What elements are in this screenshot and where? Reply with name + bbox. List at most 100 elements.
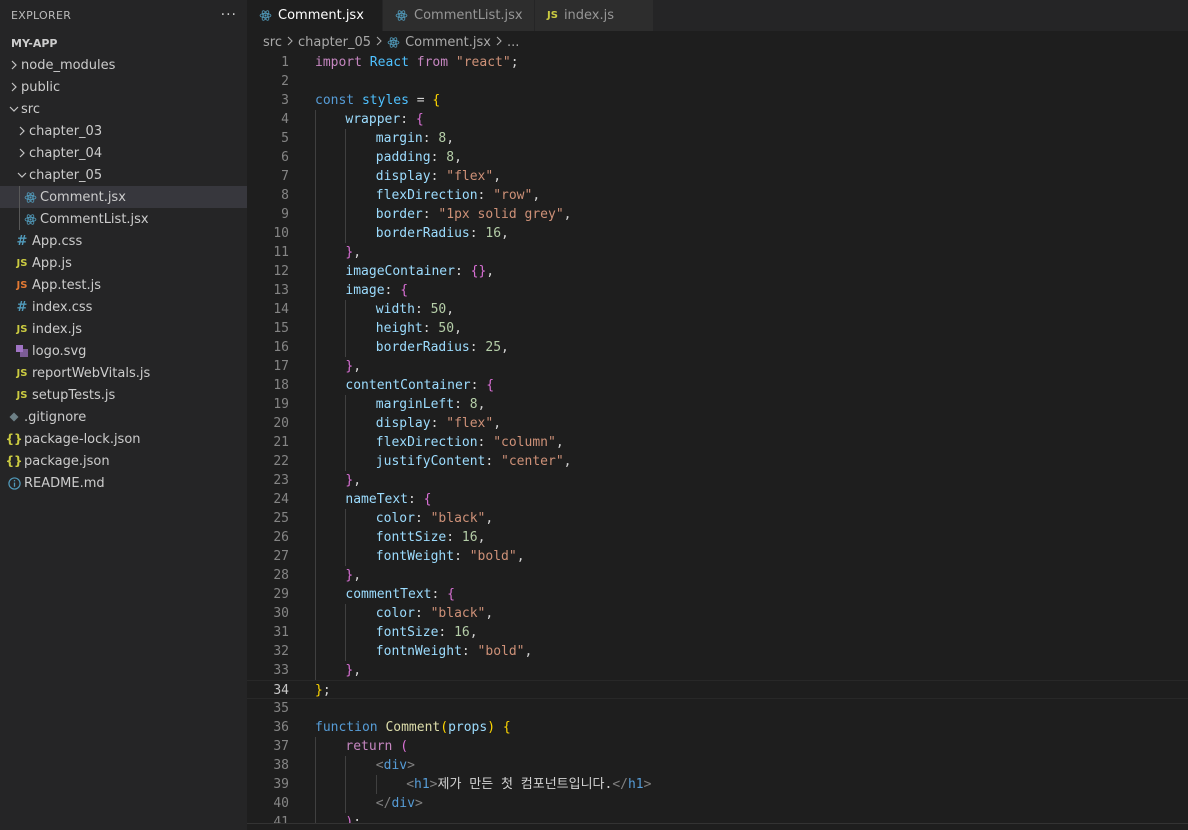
code-line[interactable]: 4 wrapper: { [247, 110, 1188, 129]
code-line[interactable]: 40 </div> [247, 794, 1188, 813]
file-item[interactable]: {} package-lock.json [0, 428, 247, 450]
chevron-right-icon[interactable] [7, 54, 21, 76]
code-token: const [315, 93, 355, 108]
code-token: imageContainer [345, 264, 455, 279]
code-line[interactable]: 3 const styles = { [247, 91, 1188, 110]
json-icon: {} [5, 432, 23, 446]
code-line[interactable]: 21 flexDirection: "column", [247, 433, 1188, 452]
tab-comment-jsx[interactable]: Comment.jsx [247, 0, 383, 31]
chevron-down-icon[interactable] [15, 164, 29, 186]
code-line[interactable]: 34}; [247, 680, 1188, 699]
code-line[interactable]: 30 color: "black", [247, 604, 1188, 623]
file-item[interactable]: JS index.js [0, 318, 247, 340]
code-text: }, [345, 661, 361, 680]
code-line[interactable]: 38 <div> [247, 756, 1188, 775]
code-line[interactable]: 41); [247, 813, 1188, 823]
code-line[interactable]: 25 color: "black", [247, 509, 1188, 528]
code-token: ) [487, 720, 496, 735]
chevron-right-icon[interactable] [7, 76, 21, 98]
file-item[interactable]: {} package.json [0, 450, 247, 472]
file-item[interactable]: Comment.jsx [0, 186, 247, 208]
code-line[interactable]: 27 fontWeight: "bold", [247, 547, 1188, 566]
breadcrumb-item[interactable]: ... [507, 35, 519, 50]
code-line[interactable]: 19 marginLeft: 8, [247, 395, 1188, 414]
code-token: "row" [493, 188, 533, 203]
code-text: function Comment(props) { [315, 718, 511, 737]
folder-item[interactable]: node_modules [0, 54, 247, 76]
indent-guide [315, 433, 316, 452]
code-line[interactable]: 33}, [247, 661, 1188, 680]
code-line[interactable]: 32 fontnWeight: "bold", [247, 642, 1188, 661]
folder-item[interactable]: chapter_05 [0, 164, 247, 186]
code-line[interactable]: 35 [247, 699, 1188, 718]
file-item[interactable]: README.md [0, 472, 247, 494]
chevron-right-icon[interactable] [15, 142, 29, 164]
code-line[interactable]: 9 border: "1px solid grey", [247, 205, 1188, 224]
file-item[interactable]: JS App.test.js [0, 274, 247, 296]
code-line[interactable]: 17}, [247, 357, 1188, 376]
code-line[interactable]: 16 borderRadius: 25, [247, 338, 1188, 357]
code-line[interactable]: 1 import React from "react"; [247, 53, 1188, 72]
code-line[interactable]: 20 display: "flex", [247, 414, 1188, 433]
code-line[interactable]: 2 [247, 72, 1188, 91]
code-line[interactable]: 24 nameText: { [247, 490, 1188, 509]
code-line[interactable]: 11}, [247, 243, 1188, 262]
code-text: fonttSize: 16, [376, 528, 486, 547]
code-line[interactable]: 28}, [247, 566, 1188, 585]
code-token: justifyContent [375, 454, 486, 469]
indent-guide [19, 186, 20, 208]
code-text: imageContainer: {}, [345, 262, 494, 281]
code-line[interactable]: 39 <h1>제가 만든 첫 컴포넌트입니다.</h1> [247, 775, 1188, 794]
file-item[interactable]: JS setupTests.js [0, 384, 247, 406]
code-text: wrapper: { [345, 110, 423, 129]
code-line[interactable]: 29 commentText: { [247, 585, 1188, 604]
code-token: from [416, 55, 449, 70]
file-item[interactable]: .gitignore [0, 406, 247, 428]
code-editor[interactable]: 1 import React from "react"; 2 3 const style… [247, 53, 1188, 823]
folder-item[interactable]: public [0, 76, 247, 98]
file-item[interactable]: JS App.js [0, 252, 247, 274]
code-token: h1 [627, 777, 644, 792]
code-line[interactable]: 37 return ( [247, 737, 1188, 756]
file-item[interactable]: # App.css [0, 230, 247, 252]
file-item[interactable]: CommentList.jsx [0, 208, 247, 230]
breadcrumb-item[interactable]: src [263, 35, 282, 50]
horizontal-scrollbar[interactable] [247, 823, 1188, 830]
code-line[interactable]: 31 fontSize: 16, [247, 623, 1188, 642]
code-line[interactable]: 13 image: { [247, 281, 1188, 300]
indent-guide [345, 319, 347, 338]
folder-item[interactable]: chapter_04 [0, 142, 247, 164]
folder-item[interactable]: src [0, 98, 247, 120]
code-line[interactable]: 36 function Comment(props) { [247, 718, 1188, 737]
code-line[interactable]: 14 width: 50, [247, 300, 1188, 319]
code-line[interactable]: 18 contentContainer: { [247, 376, 1188, 395]
code-token: , [446, 131, 455, 146]
code-line[interactable]: 7 display: "flex", [247, 167, 1188, 186]
code-line[interactable]: 26 fonttSize: 16, [247, 528, 1188, 547]
code-line[interactable]: 23}, [247, 471, 1188, 490]
code-line[interactable]: 22 justifyContent: "center", [247, 452, 1188, 471]
tab-index-js[interactable]: JS index.js [535, 0, 654, 31]
line-number: 33 [273, 663, 289, 678]
chevron-right-icon[interactable] [15, 120, 29, 142]
indent-guide [345, 642, 347, 661]
folder-item[interactable]: chapter_03 [0, 120, 247, 142]
code-text: <h1>제가 만든 첫 컴포넌트입니다.</h1> [406, 775, 651, 794]
code-token: ; [322, 683, 331, 698]
code-line[interactable]: 8 flexDirection: "row", [247, 186, 1188, 205]
code-line[interactable]: 6 padding: 8, [247, 148, 1188, 167]
code-line[interactable]: 5 margin: 8, [247, 129, 1188, 148]
code-token: display [375, 169, 431, 184]
more-actions-icon[interactable]: ··· [221, 7, 237, 23]
tab-commentlist-jsx[interactable]: CommentList.jsx [383, 0, 535, 31]
chevron-down-icon[interactable] [7, 98, 21, 120]
breadcrumb-item[interactable]: Comment.jsx [405, 35, 491, 50]
file-item[interactable]: # index.css [0, 296, 247, 318]
code-line[interactable]: 10 borderRadius: 16, [247, 224, 1188, 243]
file-item[interactable]: logo.svg [0, 340, 247, 362]
file-item[interactable]: JS reportWebVitals.js [0, 362, 247, 384]
code-line[interactable]: 12 imageContainer: {}, [247, 262, 1188, 281]
project-root[interactable]: MY-APP [0, 32, 247, 54]
breadcrumb-item[interactable]: chapter_05 [298, 35, 371, 50]
code-line[interactable]: 15 height: 50, [247, 319, 1188, 338]
